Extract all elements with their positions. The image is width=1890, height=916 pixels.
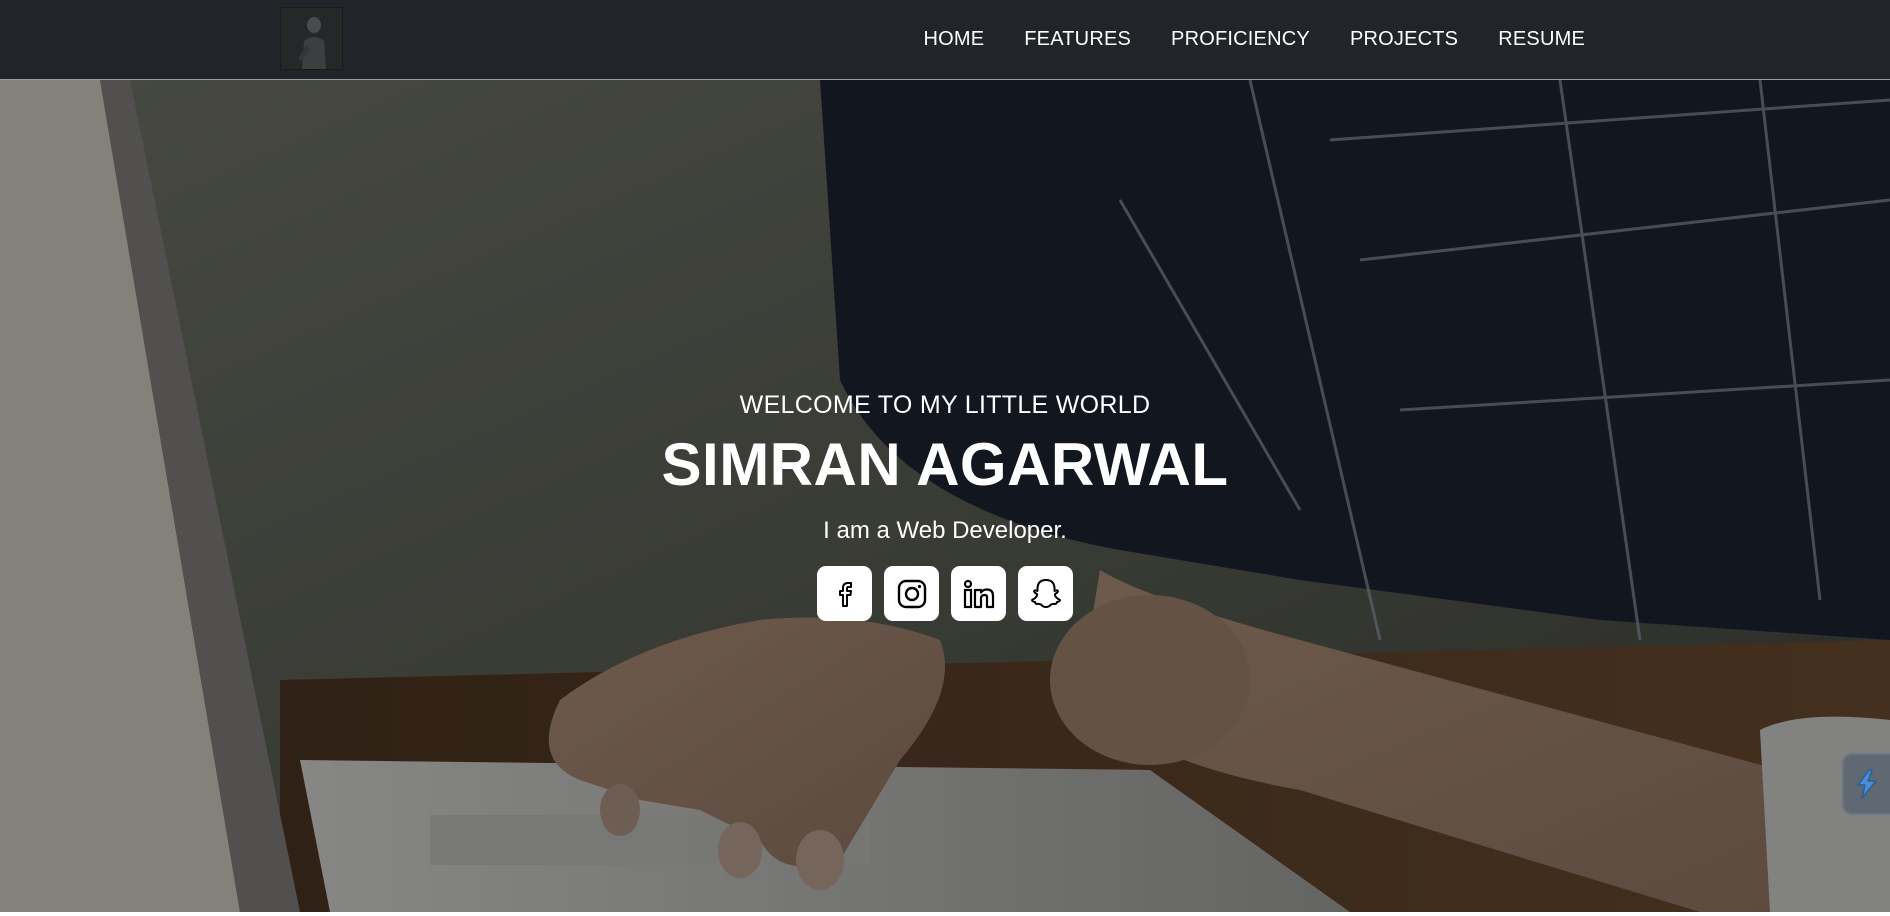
hero-section: WELCOME TO MY LITTLE WORLD SIMRAN AGARWA… — [0, 80, 1890, 912]
hero-name: SIMRAN AGARWAL — [661, 431, 1229, 498]
nav-proficiency[interactable]: PROFICIENCY — [1171, 28, 1310, 51]
nav-projects[interactable]: PROJECTS — [1350, 28, 1458, 51]
nav-links: HOME FEATURES PROFICIENCY PROJECTS RESUM… — [923, 0, 1585, 78]
facebook-button[interactable] — [817, 566, 872, 621]
logo[interactable] — [280, 7, 343, 70]
instagram-button[interactable] — [884, 566, 939, 621]
profile-photo-icon — [280, 7, 343, 70]
lightning-icon — [1857, 769, 1877, 799]
navbar: HOME FEATURES PROFICIENCY PROJECTS RESUM… — [0, 0, 1890, 80]
linkedin-icon — [963, 579, 994, 608]
linkedin-button[interactable] — [951, 566, 1006, 621]
instagram-icon — [897, 579, 926, 608]
hero-content: WELCOME TO MY LITTLE WORLD SIMRAN AGARWA… — [0, 388, 1890, 621]
hero-tagline: I am a Web Developer. — [823, 517, 1067, 544]
page-bottom-edge — [0, 912, 1890, 916]
welcome-text: WELCOME TO MY LITTLE WORLD — [739, 391, 1151, 419]
nav-home[interactable]: HOME — [923, 28, 984, 51]
nav-resume[interactable]: RESUME — [1498, 28, 1585, 51]
snapchat-icon — [1030, 578, 1061, 608]
facebook-icon — [838, 581, 852, 607]
nav-features[interactable]: FEATURES — [1024, 28, 1131, 51]
social-links — [0, 566, 1890, 621]
floating-widget-button[interactable] — [1842, 753, 1890, 815]
snapchat-button[interactable] — [1018, 566, 1073, 621]
